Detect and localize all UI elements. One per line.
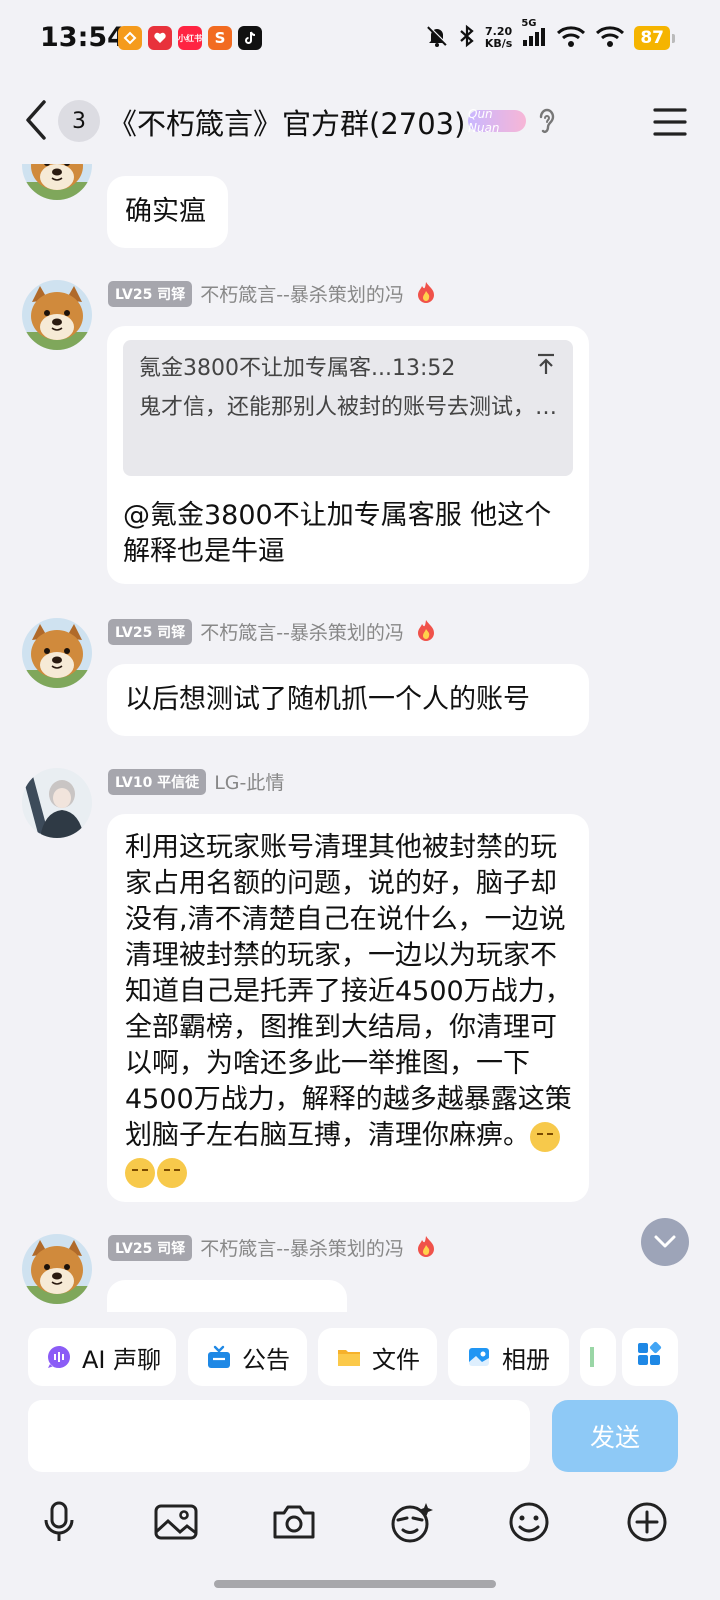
chip-label: 相册 [502,1345,550,1374]
smirk-emoji-icon [157,1157,187,1188]
system-icons: 7.20 KB/s 5G 87 [425,18,675,52]
quick-action-announcement[interactable]: 公告 [188,1328,307,1386]
camera-icon [273,1505,315,1539]
ear-icon[interactable] [536,106,558,140]
sticker-face-icon [391,1503,433,1543]
message-list[interactable]: 确实瘟 LV25 司铎 不朽箴言--暴杀策划的冯 氪金3800不让加专属客...… [0,164,720,1312]
quote-text: 鬼才信，还能那别人被封的账号去测试，… [139,395,558,420]
level-badge: LV25 司铎 [108,618,193,645]
smirk-emoji-icon [530,1121,560,1152]
sender-line: LV25 司铎 不朽箴言--暴杀策划的冯 [108,618,436,645]
quote-author-time: 氪金3800不让加专属客...13:52 [139,356,456,381]
quick-action-row[interactable]: AI 声聊 公告 文件 相册 [28,1328,720,1386]
app-orange-icon [118,26,142,50]
bluetooth-icon [458,24,476,52]
input-toolbar [0,1494,720,1550]
home-indicator[interactable] [214,1580,496,1588]
message-bubble[interactable]: 氪金3800不让加专属客...13:52 鬼才信，还能那别人被封的账号去测试，…… [107,326,589,584]
battery-indicator: 87 [634,26,675,50]
chip-label: 文件 [372,1345,420,1374]
message-bubble[interactable]: 确实瘟 [107,176,228,248]
emoji-button[interactable] [501,1494,557,1550]
hamburger-menu-icon [653,108,687,136]
chip-label: 公告 [242,1345,290,1374]
app-orange-s-icon: S [208,26,232,50]
sticker-button[interactable] [383,1494,439,1550]
message-bubble[interactable]: 以后想测试了随机抓一个人的账号 [107,664,589,736]
level-badge: LV25 司铎 [108,1234,193,1261]
cellular-signal-icon: 5G [521,18,547,52]
sender-name[interactable]: 不朽箴言--暴杀策划的冯 [200,1234,404,1261]
ai-voice-icon [46,1344,72,1370]
sender-avatar[interactable] [22,280,92,350]
image-icon [154,1504,198,1540]
status-bar: 13:54 小红书 S 7.20 KB/s 5G 87 [0,0,720,80]
voice-input-button[interactable] [31,1494,87,1550]
message-text: 利用这玩家账号清理其他被封禁的玩家占用名额的问题，说的好，脑子却没有,清不清楚自… [125,832,572,1151]
folder-icon [336,1344,362,1370]
menu-button[interactable] [652,102,688,142]
chip-label: AI 声聊 [82,1345,162,1374]
message-text: @氪金3800不让加专属客服 他这个解释也是牛逼 [123,500,552,567]
sender-name[interactable]: 不朽箴言--暴杀策划的冯 [200,280,404,307]
album-icon [466,1344,492,1370]
flame-icon [416,619,436,645]
camera-button[interactable] [266,1494,322,1550]
sender-avatar[interactable] [22,1234,92,1304]
quick-action-more-partial[interactable] [580,1328,616,1386]
quick-action-ai-voice[interactable]: AI 声聊 [28,1328,176,1386]
back-button[interactable] [22,98,54,142]
message-bubble[interactable]: 利用这玩家账号清理其他被封禁的玩家占用名额的问题，说的好，脑子却没有,清不清楚自… [107,814,589,1202]
message-text: 以后想测试了随机抓一个人的账号 [125,684,530,715]
sender-line: LV25 司铎 不朽箴言--暴杀策划的冯 [108,1234,436,1261]
plus-icon [627,1502,667,1542]
send-button[interactable]: 发送 [552,1400,678,1472]
sender-name[interactable]: 不朽箴言--暴杀策划的冯 [200,618,404,645]
more-options-button[interactable] [619,1494,675,1550]
sender-name[interactable]: LG-此情 [214,768,284,795]
tiktok-icon [238,26,262,50]
wifi-icon-2 [595,24,625,52]
sender-line: LV10 平信徒 LG-此情 [108,768,284,795]
notification-icons: 小红书 S [118,26,262,50]
message-input[interactable] [28,1400,530,1472]
group-title[interactable]: 《不朽箴言》官方群(2703) [108,101,465,143]
sender-line: LV25 司铎 不朽箴言--暴杀策划的冯 [108,280,436,307]
jump-to-quote-icon[interactable] [535,352,557,386]
microphone-icon [44,1501,74,1541]
group-flag-badge[interactable]: Qun Nuan [468,107,526,135]
chevron-left-icon [26,100,46,140]
level-badge: LV10 平信徒 [108,768,207,795]
announcement-icon [206,1344,232,1370]
level-badge: LV25 司铎 [108,280,193,307]
apps-grid-icon [636,1340,664,1374]
quick-action-files[interactable]: 文件 [318,1328,437,1386]
emoji-icon [509,1502,549,1542]
scroll-to-bottom-button[interactable] [641,1218,689,1266]
unread-count-badge[interactable]: 3 [58,100,100,142]
quoted-message[interactable]: 氪金3800不让加专属客...13:52 鬼才信，还能那别人被封的账号去测试，… [123,340,573,476]
sender-avatar[interactable] [22,164,92,200]
image-picker-button[interactable] [148,1494,204,1550]
app-red-icon [148,26,172,50]
quick-action-album[interactable]: 相册 [448,1328,569,1386]
app-red-mall-icon: 小红书 [178,26,202,50]
chat-header: 3 《不朽箴言》官方群(2703) Qun Nuan [0,80,720,164]
flame-icon [416,281,436,307]
chevron-down-icon [654,1235,676,1248]
smirk-emoji-icon [125,1157,155,1188]
message-text: 确实瘟 [125,196,206,227]
composer-panel: AI 声聊 公告 文件 相册 发送 [0,1312,720,1600]
status-time: 13:54 [40,22,126,53]
mute-bell-icon [425,24,449,52]
apps-grid-button[interactable] [622,1328,678,1386]
sender-avatar[interactable] [22,618,92,688]
sender-avatar[interactable] [22,768,92,838]
message-bubble[interactable] [107,1280,347,1312]
wifi-icon [556,24,586,52]
net-speed: 7.20 KB/s [484,25,513,50]
flame-icon [416,1235,436,1261]
